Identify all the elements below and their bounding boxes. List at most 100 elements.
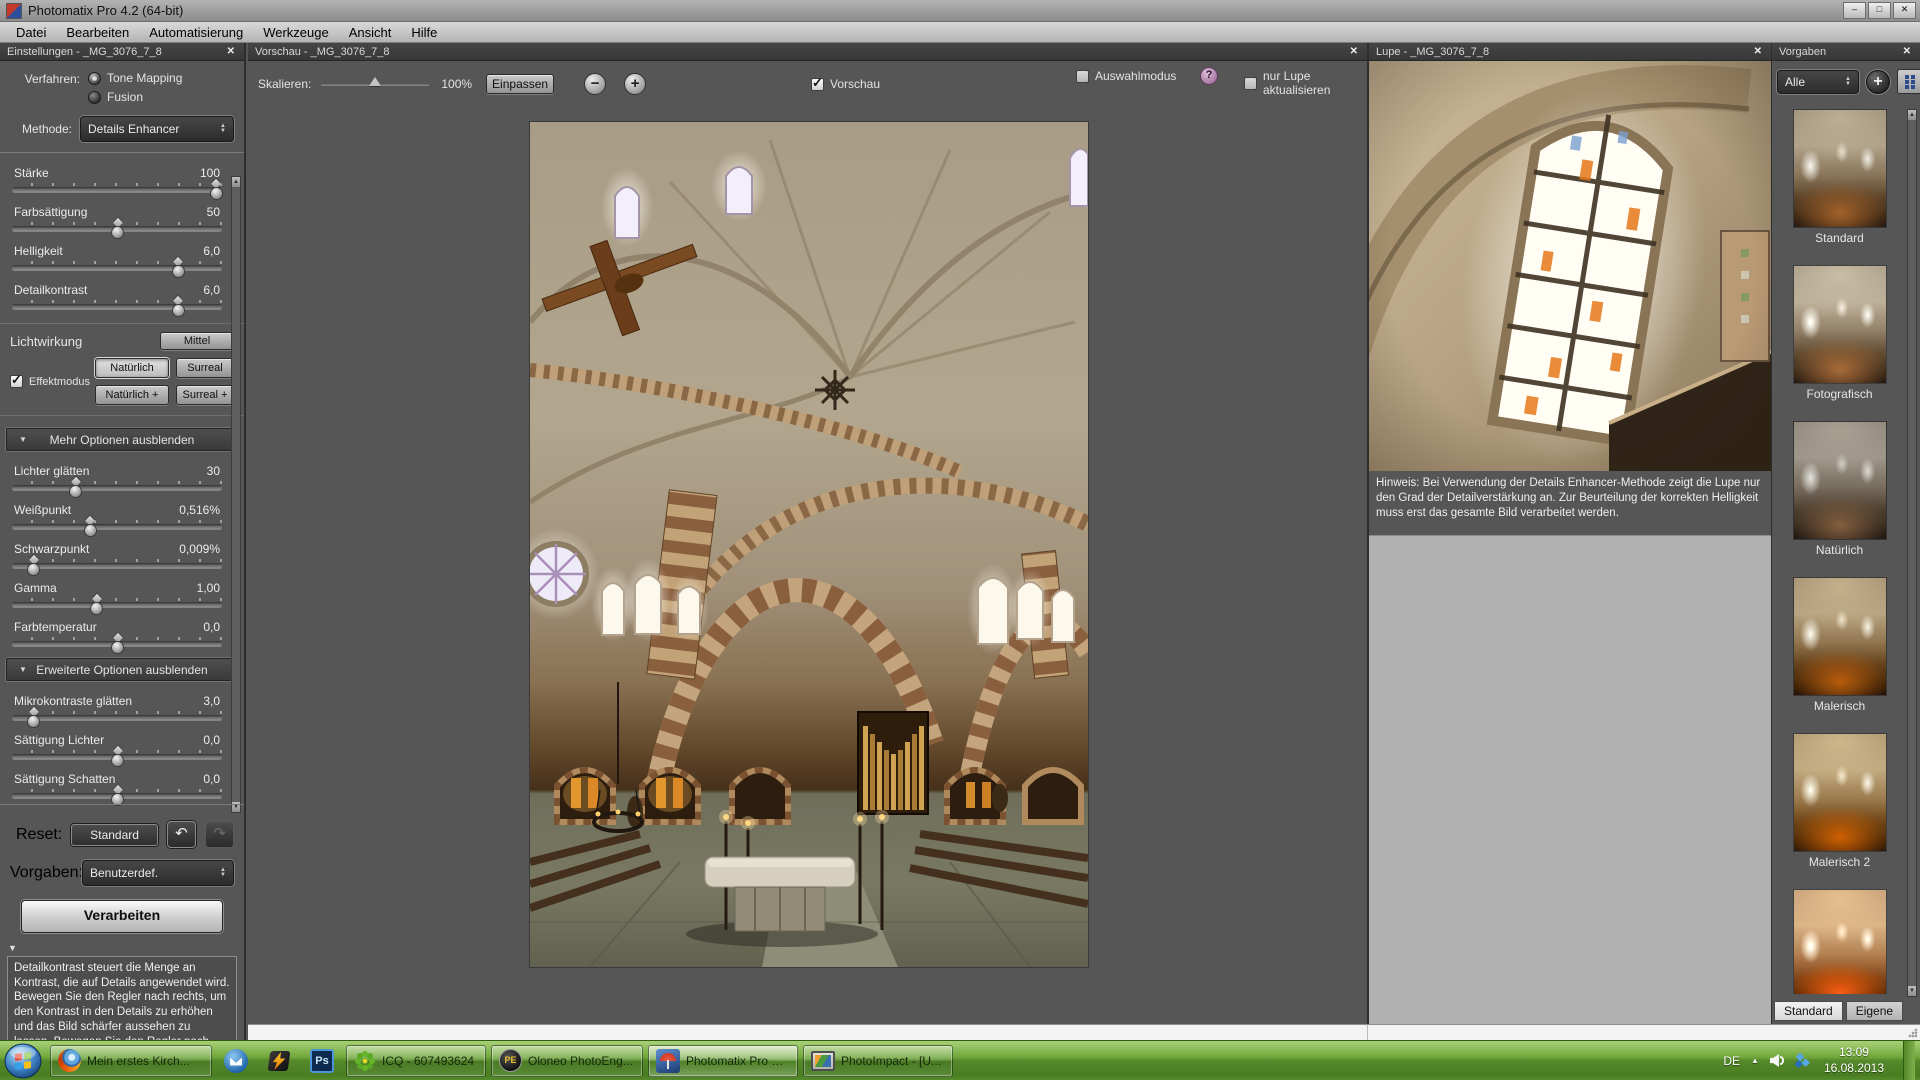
redo-button[interactable]: ↷ <box>205 821 234 848</box>
auswahlmodus-option[interactable]: ✓ Auswahlmodus <box>1076 69 1176 83</box>
start-button[interactable] <box>3 1042 43 1080</box>
slider-thumb[interactable] <box>27 558 40 573</box>
settings-panel-header[interactable]: Einstellungen - _MG_3076_7_8 ✕ <box>0 43 244 61</box>
presets-close-icon[interactable]: ✕ <box>1901 46 1913 57</box>
slider-thumb[interactable] <box>172 299 185 314</box>
lupe-panel-header[interactable]: Lupe - _MG_3076_7_8 ✕ <box>1369 43 1771 61</box>
lichtwirkung-mittel-button[interactable]: Mittel <box>160 332 234 350</box>
help-icon[interactable]: ? <box>1200 67 1218 85</box>
preset-thumbnail[interactable] <box>1793 109 1887 228</box>
menu-hilfe[interactable]: Hilfe <box>401 24 447 41</box>
language-indicator[interactable]: DE <box>1723 1054 1740 1068</box>
zoom-out-button[interactable]: − <box>584 73 606 95</box>
menu-datei[interactable]: Datei <box>6 24 56 41</box>
slider-track[interactable] <box>12 715 222 720</box>
effektmodus-option[interactable]: ✓ Effektmodus <box>10 375 90 388</box>
settings-scrollbar[interactable]: ▲ ▼ <box>231 176 241 813</box>
taskbar-button-icq[interactable]: ICQ - 607493624 <box>346 1045 486 1077</box>
preview-image[interactable] <box>530 122 1088 967</box>
presets-scrollbar[interactable]: ▲ ▼ <box>1907 109 1917 997</box>
menu-ansicht[interactable]: Ansicht <box>339 24 402 41</box>
scroll-up-icon[interactable]: ▲ <box>1908 110 1916 120</box>
taskbar-item-photoshop[interactable]: Ps <box>303 1045 341 1077</box>
preset-thumbnail[interactable] <box>1793 889 1887 994</box>
preset-thumbnail[interactable] <box>1793 733 1887 852</box>
slider-thumb[interactable] <box>111 636 124 651</box>
lupe-close-icon[interactable]: ✕ <box>1752 46 1764 57</box>
preset-thumbnail[interactable] <box>1793 577 1887 696</box>
effect-surreal-plus-button[interactable]: Surreal + <box>176 385 234 405</box>
slider-track[interactable] <box>12 524 222 529</box>
taskbar-button-oloneo[interactable]: PE Oloneo PhotoEng... <box>491 1045 643 1077</box>
taskbar-item-thunderbird[interactable] <box>217 1045 255 1077</box>
effect-natuerlich-button[interactable]: Natürlich <box>95 358 169 378</box>
tab-standard[interactable]: Standard <box>1774 1001 1843 1021</box>
slider-track[interactable] <box>12 485 222 490</box>
menu-bearbeiten[interactable]: Bearbeiten <box>56 24 139 41</box>
vorgaben-dropdown[interactable]: Benutzerdef. ▲▼ <box>82 860 234 886</box>
radio-fusion[interactable]: Fusion <box>88 90 182 104</box>
preset-item[interactable]: Natürlich <box>1772 421 1907 571</box>
undo-button[interactable]: ↶ <box>167 821 196 848</box>
slider-thumb[interactable] <box>210 182 223 197</box>
preset-thumbnail[interactable] <box>1793 265 1887 384</box>
volume-icon[interactable] <box>1770 1054 1785 1067</box>
preview-panel-header[interactable]: Vorschau - _MG_3076_7_8 ✕ <box>248 43 1367 61</box>
close-button[interactable]: ✕ <box>1893 2 1916 19</box>
slider-track[interactable] <box>12 754 222 759</box>
scale-slider-thumb[interactable] <box>369 77 381 86</box>
taskbar-item-winamp[interactable] <box>260 1045 298 1077</box>
radio-tone-mapping[interactable]: Tone Mapping <box>88 71 182 85</box>
slider-track[interactable] <box>12 793 222 798</box>
slider-track[interactable] <box>12 602 222 607</box>
nur-lupe-checkbox[interactable]: ✓ <box>1244 77 1257 90</box>
slider-thumb[interactable] <box>111 749 124 764</box>
advanced-options-toggle[interactable]: ▼ Erweiterte Optionen ausblenden <box>6 658 238 681</box>
lupe-image[interactable] <box>1369 61 1773 471</box>
radio-icon[interactable] <box>88 91 101 104</box>
slider-thumb[interactable] <box>90 597 103 612</box>
maximize-button[interactable]: □ <box>1868 2 1891 19</box>
settings-close-icon[interactable]: ✕ <box>225 46 237 57</box>
spinner-icon[interactable]: ▲▼ <box>220 124 226 134</box>
verarbeiten-button[interactable]: Verarbeiten <box>21 900 223 933</box>
spinner-icon[interactable]: ▲▼ <box>220 868 226 878</box>
resize-grip[interactable] <box>1908 1028 1918 1038</box>
slider-track[interactable] <box>12 641 222 646</box>
preset-item[interactable]: Standard <box>1772 109 1907 259</box>
vorschau-option[interactable]: ✓ Vorschau <box>811 77 880 91</box>
slider-track[interactable] <box>12 226 222 231</box>
preset-item[interactable]: Malerisch <box>1772 577 1907 727</box>
taskbar-button-firefox[interactable]: Mein erstes Kirch... <box>50 1045 212 1077</box>
menu-werkzeuge[interactable]: Werkzeuge <box>253 24 339 41</box>
vorschau-checkbox[interactable]: ✓ <box>811 78 824 91</box>
preset-thumbnail[interactable] <box>1793 421 1887 540</box>
scale-slider[interactable] <box>321 83 429 86</box>
more-options-toggle[interactable]: ▼ Mehr Optionen ausblenden <box>6 428 238 451</box>
tray-expand-icon[interactable]: ▲ <box>1751 1056 1759 1065</box>
slider-track[interactable] <box>12 187 222 192</box>
show-desktop-button[interactable] <box>1903 1041 1915 1080</box>
slider-thumb[interactable] <box>69 480 82 495</box>
menu-automatisierung[interactable]: Automatisierung <box>139 24 253 41</box>
taskbar-button-photomatix[interactable]: Photomatix Pro 4.... <box>648 1045 798 1077</box>
scroll-down-icon[interactable]: ▼ <box>1908 986 1916 996</box>
grid-view-button[interactable] <box>1897 69 1920 94</box>
preset-item[interactable]: Malerisch 2 <box>1772 733 1907 883</box>
slider-thumb[interactable] <box>111 221 124 236</box>
preset-item[interactable]: Fotografisch <box>1772 265 1907 415</box>
reset-standard-button[interactable]: Standard <box>71 824 158 846</box>
spinner-icon[interactable]: ▲▼ <box>1845 77 1851 87</box>
window-titlebar[interactable]: Photomatix Pro 4.2 (64-bit) – □ ✕ <box>0 0 1920 22</box>
slider-track[interactable] <box>12 563 222 568</box>
effektmodus-checkbox[interactable]: ✓ <box>10 375 23 388</box>
help-collapse-icon[interactable]: ▼ <box>8 943 244 953</box>
zoom-in-button[interactable]: + <box>624 73 646 95</box>
slider-thumb[interactable] <box>172 260 185 275</box>
radio-icon[interactable] <box>88 72 101 85</box>
scroll-up-icon[interactable]: ▲ <box>232 177 240 187</box>
presets-filter-dropdown[interactable]: Alle ▲▼ <box>1777 70 1859 94</box>
taskbar-button-photoimpact[interactable]: PhotoImpact - [U... <box>803 1045 953 1077</box>
minimize-button[interactable]: – <box>1843 2 1866 19</box>
preset-item[interactable] <box>1772 883 1907 994</box>
